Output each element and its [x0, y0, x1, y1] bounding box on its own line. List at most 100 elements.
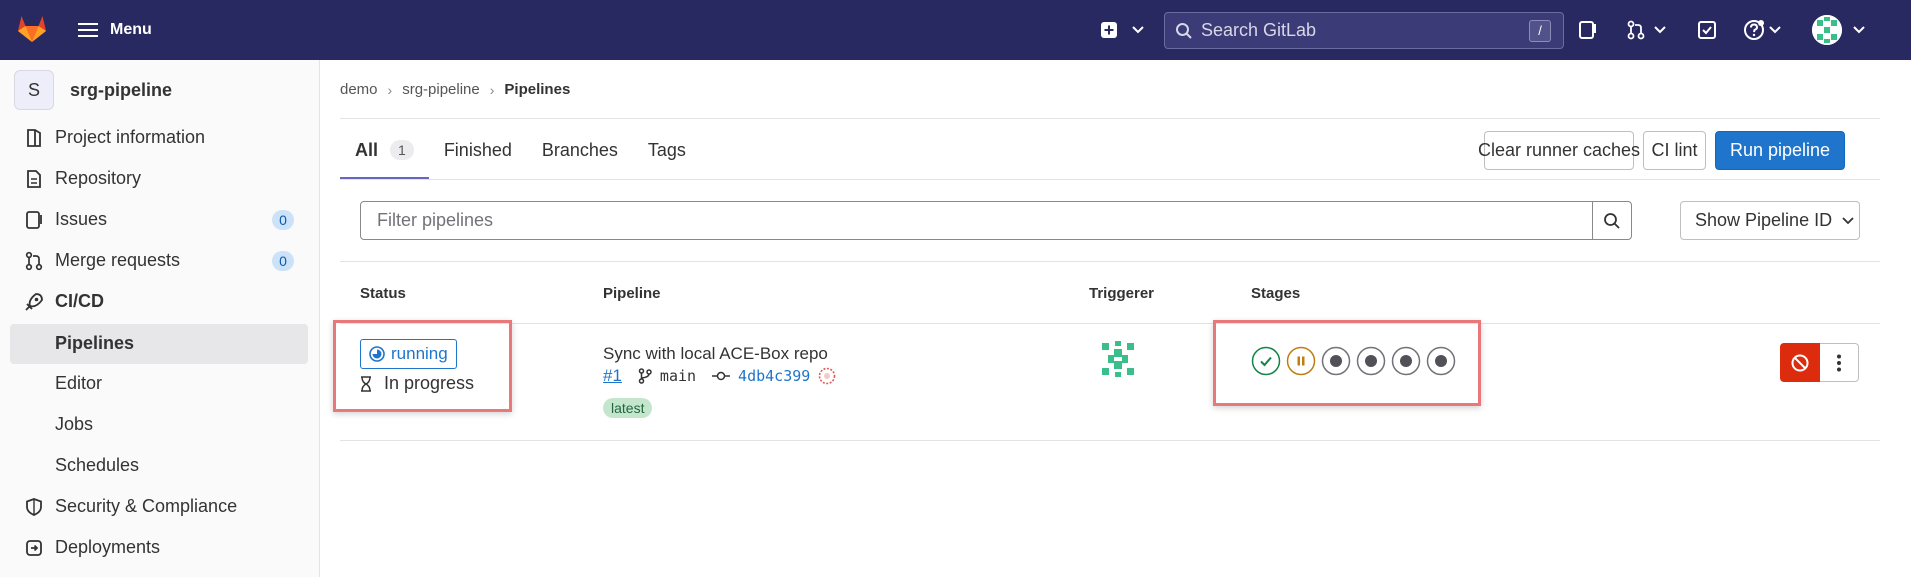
- sidebar-item-issues[interactable]: Issues 0: [10, 200, 308, 240]
- pipeline-title[interactable]: Sync with local ACE-Box repo: [603, 344, 828, 364]
- tab-finished[interactable]: Finished: [429, 120, 527, 180]
- sidebar-item-pipelines[interactable]: Pipelines: [10, 324, 308, 364]
- tab-label: All: [355, 139, 379, 160]
- search-shortcut: /: [1529, 20, 1551, 42]
- top-bar: Menu Search GitLab /: [0, 0, 1911, 60]
- sidebar-item-repository[interactable]: Repository: [10, 159, 308, 199]
- dropdown-label: Show Pipeline ID: [1695, 210, 1833, 230]
- search-placeholder: Search GitLab: [1201, 20, 1317, 40]
- shield-icon: [24, 497, 44, 517]
- chevron-down-icon: [1769, 26, 1781, 34]
- rocket-icon: [24, 292, 44, 312]
- sidebar-item-label: Pipelines: [55, 333, 135, 353]
- sidebar-item-editor[interactable]: Editor: [10, 364, 308, 404]
- hamburger-icon: [78, 22, 98, 38]
- sidebar-item-label: Security & Compliance: [55, 496, 238, 516]
- sidebar-item-label: Jobs: [55, 414, 94, 434]
- column-header-stages: Stages: [1251, 285, 1301, 302]
- status-highlight-box: [333, 320, 512, 412]
- issues-button[interactable]: [1578, 16, 1598, 44]
- sidebar-item-label: Editor: [55, 373, 103, 393]
- merge-requests-dropdown[interactable]: [1626, 16, 1666, 44]
- column-header-status: Status: [360, 285, 406, 302]
- cancel-pipeline-button[interactable]: [1780, 343, 1820, 382]
- search-icon: [1604, 212, 1620, 229]
- project-icon: [24, 128, 44, 148]
- commit-sha[interactable]: 4db4c399: [738, 367, 810, 385]
- chevron-down-icon: [1654, 26, 1666, 34]
- breadcrumb-item[interactable]: demo: [340, 81, 378, 98]
- help-dropdown[interactable]: [1743, 16, 1781, 44]
- column-header-pipeline: Pipeline: [603, 285, 661, 302]
- pipeline-meta: #1 main 4db4c399: [603, 364, 836, 388]
- todos-button[interactable]: [1697, 16, 1717, 44]
- search-icon: [1175, 22, 1193, 40]
- sidebar-item-merge-requests[interactable]: Merge requests 0: [10, 241, 308, 281]
- tab-label: Finished: [443, 139, 512, 160]
- menu-button[interactable]: Menu: [78, 16, 152, 44]
- tab-label: Branches: [541, 139, 618, 160]
- divider: [340, 261, 1880, 262]
- sidebar-item-ci-cd[interactable]: CI/CD: [10, 282, 308, 322]
- breadcrumb: demo › srg-pipeline › Pipelines: [340, 81, 570, 98]
- commit-icon: [712, 371, 731, 381]
- triggerer-avatar[interactable]: [1098, 339, 1138, 379]
- breadcrumb-current[interactable]: Pipelines: [504, 81, 570, 98]
- gitlab-logo[interactable]: [16, 12, 48, 44]
- tab-tags[interactable]: Tags: [633, 120, 701, 180]
- merge-request-icon: [1626, 20, 1646, 40]
- sidebar-item-security-compliance[interactable]: Security & Compliance: [10, 487, 308, 527]
- filter-placeholder: Filter pipelines: [377, 210, 494, 230]
- pipeline-tabs: All 1 Finished Branches Tags: [340, 120, 701, 180]
- sidebar-item-jobs[interactable]: Jobs: [10, 405, 308, 445]
- sidebar: S srg-pipeline Project information Repos…: [0, 60, 320, 577]
- filter-pipelines-input[interactable]: Filter pipelines: [360, 201, 1632, 240]
- ci-lint-button[interactable]: CI lint: [1643, 131, 1706, 170]
- project-avatar: S: [14, 70, 54, 110]
- column-header-triggerer: Triggerer: [1089, 285, 1155, 302]
- chevron-right-icon: ›: [387, 81, 393, 98]
- chevron-down-icon: [1853, 26, 1865, 34]
- help-icon: [1743, 19, 1765, 41]
- filter-search-button[interactable]: [1592, 202, 1631, 239]
- divider: [340, 323, 1880, 324]
- sidebar-item-label: Issues: [55, 209, 108, 229]
- search-input[interactable]: Search GitLab /: [1164, 12, 1564, 49]
- user-avatar[interactable]: [1812, 15, 1842, 45]
- tab-label: Tags: [647, 139, 686, 160]
- issues-count-badge: 0: [272, 210, 294, 230]
- sidebar-item-deployments[interactable]: Deployments: [10, 528, 308, 568]
- menu-label: Menu: [110, 21, 152, 38]
- divider: [340, 179, 1880, 180]
- latest-badge: latest: [603, 398, 653, 418]
- new-item-dropdown[interactable]: [1100, 16, 1144, 44]
- todo-icon: [1697, 20, 1717, 40]
- branch-icon: [638, 368, 652, 384]
- doc-icon: [24, 169, 44, 189]
- sidebar-item-project-information[interactable]: Project information: [10, 118, 308, 158]
- project-header[interactable]: S srg-pipeline: [14, 70, 172, 110]
- sidebar-item-label: Schedules: [55, 455, 140, 475]
- show-pipeline-id-dropdown[interactable]: Show Pipeline ID: [1680, 201, 1860, 240]
- run-pipeline-button[interactable]: Run pipeline: [1715, 131, 1845, 170]
- more-actions-button[interactable]: [1820, 343, 1859, 382]
- divider: [340, 440, 1880, 441]
- commit-author-avatar-icon[interactable]: [818, 367, 836, 385]
- branch-name[interactable]: main: [660, 367, 696, 385]
- project-name: srg-pipeline: [70, 79, 173, 100]
- pipeline-id-link[interactable]: #1: [603, 366, 622, 386]
- merge-requests-count-badge: 0: [272, 251, 294, 271]
- tab-all[interactable]: All 1: [340, 120, 429, 180]
- tab-count-badge: 1: [390, 140, 414, 160]
- breadcrumb-item[interactable]: srg-pipeline: [402, 81, 480, 98]
- clear-runner-caches-button[interactable]: Clear runner caches: [1478, 131, 1640, 170]
- stages-highlight-box: [1213, 320, 1481, 406]
- issues-icon: [1578, 20, 1598, 40]
- sidebar-item-schedules[interactable]: Schedules: [10, 446, 308, 486]
- cancel-icon: [1791, 354, 1809, 371]
- kebab-icon: [1837, 354, 1841, 371]
- deployments-icon: [24, 538, 44, 558]
- user-menu-chevron[interactable]: [1853, 16, 1865, 44]
- tab-branches[interactable]: Branches: [527, 120, 633, 180]
- sidebar-item-label: CI/CD: [55, 291, 104, 311]
